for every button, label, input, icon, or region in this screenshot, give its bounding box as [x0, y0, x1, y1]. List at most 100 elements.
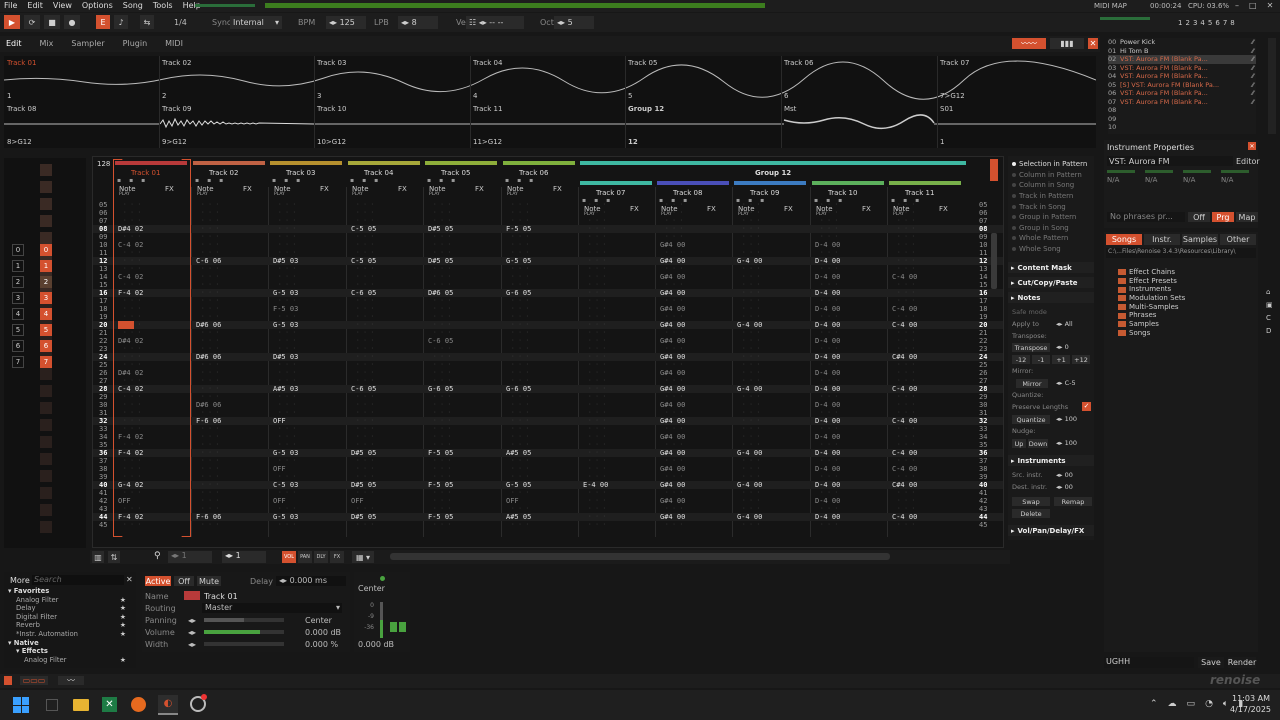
toggle-matrix-button[interactable]: ▥ [92, 551, 104, 563]
pattern-note[interactable]: D#5 03 [273, 353, 298, 361]
empty-cell[interactable]: · · · [897, 225, 915, 232]
empty-cell[interactable]: · · · [742, 417, 760, 424]
empty-cell[interactable]: · · · [742, 249, 760, 256]
empty-cell[interactable]: · · · [433, 377, 451, 384]
empty-cell[interactable]: · · · [820, 329, 838, 336]
pattern-note[interactable]: D-4 00 [815, 337, 840, 345]
empty-cell[interactable]: · · · [897, 521, 915, 528]
empty-cell[interactable]: · · · [820, 233, 838, 240]
empty-cell[interactable]: · · · [742, 201, 760, 208]
empty-cell[interactable]: · · · [820, 457, 838, 464]
pattern-note[interactable]: D-4 00 [815, 417, 840, 425]
tab-midi[interactable]: MIDI [165, 39, 183, 48]
status-keyboard-button[interactable]: ▭▭▭ [20, 676, 48, 685]
empty-cell[interactable]: · · · [820, 441, 838, 448]
width-slider[interactable] [204, 642, 284, 646]
track-mute-button[interactable]: Mute [197, 576, 221, 586]
empty-cell[interactable]: · · · [742, 425, 760, 432]
empty-cell[interactable]: · · · [588, 209, 606, 216]
empty-cell[interactable]: · · · [820, 265, 838, 272]
empty-cell[interactable]: · · · [511, 265, 529, 272]
empty-cell[interactable]: · · · [278, 457, 296, 464]
empty-cell[interactable]: · · · [588, 417, 606, 424]
empty-cell[interactable]: · · · [356, 353, 374, 360]
empty-cell[interactable]: · · · [897, 393, 915, 400]
empty-cell[interactable]: · · · [588, 297, 606, 304]
clock-time[interactable]: 11:03 AM [1232, 694, 1270, 703]
pattern-note[interactable]: G#4 00 [660, 417, 685, 425]
macro-knob[interactable] [1145, 170, 1173, 173]
empty-cell[interactable]: · · · [588, 457, 606, 464]
empty-cell[interactable]: · · · [820, 425, 838, 432]
column-mode-vol[interactable]: VOL [282, 551, 296, 563]
empty-cell[interactable]: · · · [897, 441, 915, 448]
empty-cell[interactable]: · · · [356, 361, 374, 368]
pattern-note[interactable]: G#4 00 [660, 433, 685, 441]
empty-cell[interactable]: · · · [201, 489, 219, 496]
empty-cell[interactable]: · · · [665, 329, 683, 336]
empty-cell[interactable]: · · · [820, 473, 838, 480]
empty-cell[interactable]: · · · [665, 265, 683, 272]
empty-cell[interactable]: · · · [820, 345, 838, 352]
empty-cell[interactable]: · · · [588, 361, 606, 368]
pattern-note[interactable]: G#4 00 [660, 449, 685, 457]
empty-cell[interactable]: · · · [356, 297, 374, 304]
empty-cell[interactable]: · · · [665, 425, 683, 432]
empty-cell[interactable]: · · · [433, 417, 451, 424]
empty-cell[interactable]: · · · [588, 201, 606, 208]
empty-cell[interactable]: · · · [433, 465, 451, 472]
pattern-note[interactable]: A#5 05 [506, 513, 531, 521]
empty-cell[interactable]: · · · [278, 441, 296, 448]
dsp-tree-item[interactable]: Analog Filter ★ [8, 656, 128, 665]
empty-cell[interactable]: · · · [356, 313, 374, 320]
empty-cell[interactable]: · · · [511, 273, 529, 280]
pattern-note[interactable]: G#4 00 [660, 385, 685, 393]
empty-cell[interactable]: · · · [588, 281, 606, 288]
empty-cell[interactable]: · · · [742, 401, 760, 408]
empty-cell[interactable]: · · · [356, 209, 374, 216]
empty-cell[interactable]: · · · [356, 321, 374, 328]
pattern-note[interactable]: D-4 00 [815, 273, 840, 281]
dsp-tree-item[interactable]: *Instr. Automation ★ [8, 630, 128, 639]
drive-c-icon[interactable]: C [1266, 314, 1273, 322]
status-toggle[interactable] [4, 676, 12, 685]
track-mute-icons[interactable]: ▪▪▪ [427, 177, 463, 184]
empty-cell[interactable]: · · · [820, 505, 838, 512]
dsp-tree-item[interactable]: Delay ★ [8, 604, 128, 613]
pattern-note[interactable]: D-4 00 [815, 465, 840, 473]
pattern-note[interactable]: F-5 05 [428, 449, 453, 457]
empty-cell[interactable]: · · · [433, 313, 451, 320]
group-title[interactable]: Group 12 [755, 169, 791, 177]
sequence-pattern[interactable]: 1 [40, 260, 52, 272]
pattern-note[interactable]: C#4 00 [892, 481, 917, 489]
empty-cell[interactable]: · · · [511, 249, 529, 256]
empty-cell[interactable]: · · · [820, 201, 838, 208]
pattern-note[interactable]: D-4 00 [815, 321, 840, 329]
section-header[interactable]: ▸ Cut/Copy/Paste [1008, 277, 1094, 288]
empty-cell[interactable]: · · · [433, 521, 451, 528]
track-header-name[interactable]: Track 11 [905, 189, 934, 197]
empty-cell[interactable]: · · · [433, 265, 451, 272]
track-mute-icons[interactable]: ▪▪▪ [350, 177, 386, 184]
folder-item[interactable]: Effect Chains [1118, 268, 1185, 277]
empty-cell[interactable]: · · · [433, 305, 451, 312]
pattern-note[interactable]: C-4 00 [892, 305, 917, 313]
pattern-note[interactable]: F-5 05 [428, 481, 453, 489]
empty-cell[interactable]: · · · [742, 353, 760, 360]
folder-item[interactable]: Songs [1118, 329, 1185, 338]
pattern-note[interactable]: G-5 03 [273, 289, 298, 297]
pattern-note[interactable]: G#4 00 [660, 369, 685, 377]
pattern-note[interactable]: G-6 05 [506, 385, 531, 393]
selection-scope-option[interactable]: Group in Song [1012, 223, 1087, 234]
instrument-row[interactable]: 03 VST: Aurora FM (Blank Pa... ⁄⁄ [1108, 64, 1256, 73]
meter-fader[interactable] [380, 602, 383, 638]
preserve-lengths-checkbox[interactable]: ✓ [1082, 402, 1091, 411]
loop-button[interactable]: ⟳ [24, 15, 40, 29]
pattern-note[interactable]: G-5 03 [273, 321, 298, 329]
pattern-note[interactable]: OFF [351, 497, 364, 505]
empty-cell[interactable]: · · · [356, 201, 374, 208]
pattern-note[interactable]: G#4 00 [660, 241, 685, 249]
empty-cell[interactable]: · · · [511, 369, 529, 376]
scope-label[interactable]: Track 06 [784, 59, 813, 67]
pattern-note[interactable]: D#5 05 [351, 513, 376, 521]
